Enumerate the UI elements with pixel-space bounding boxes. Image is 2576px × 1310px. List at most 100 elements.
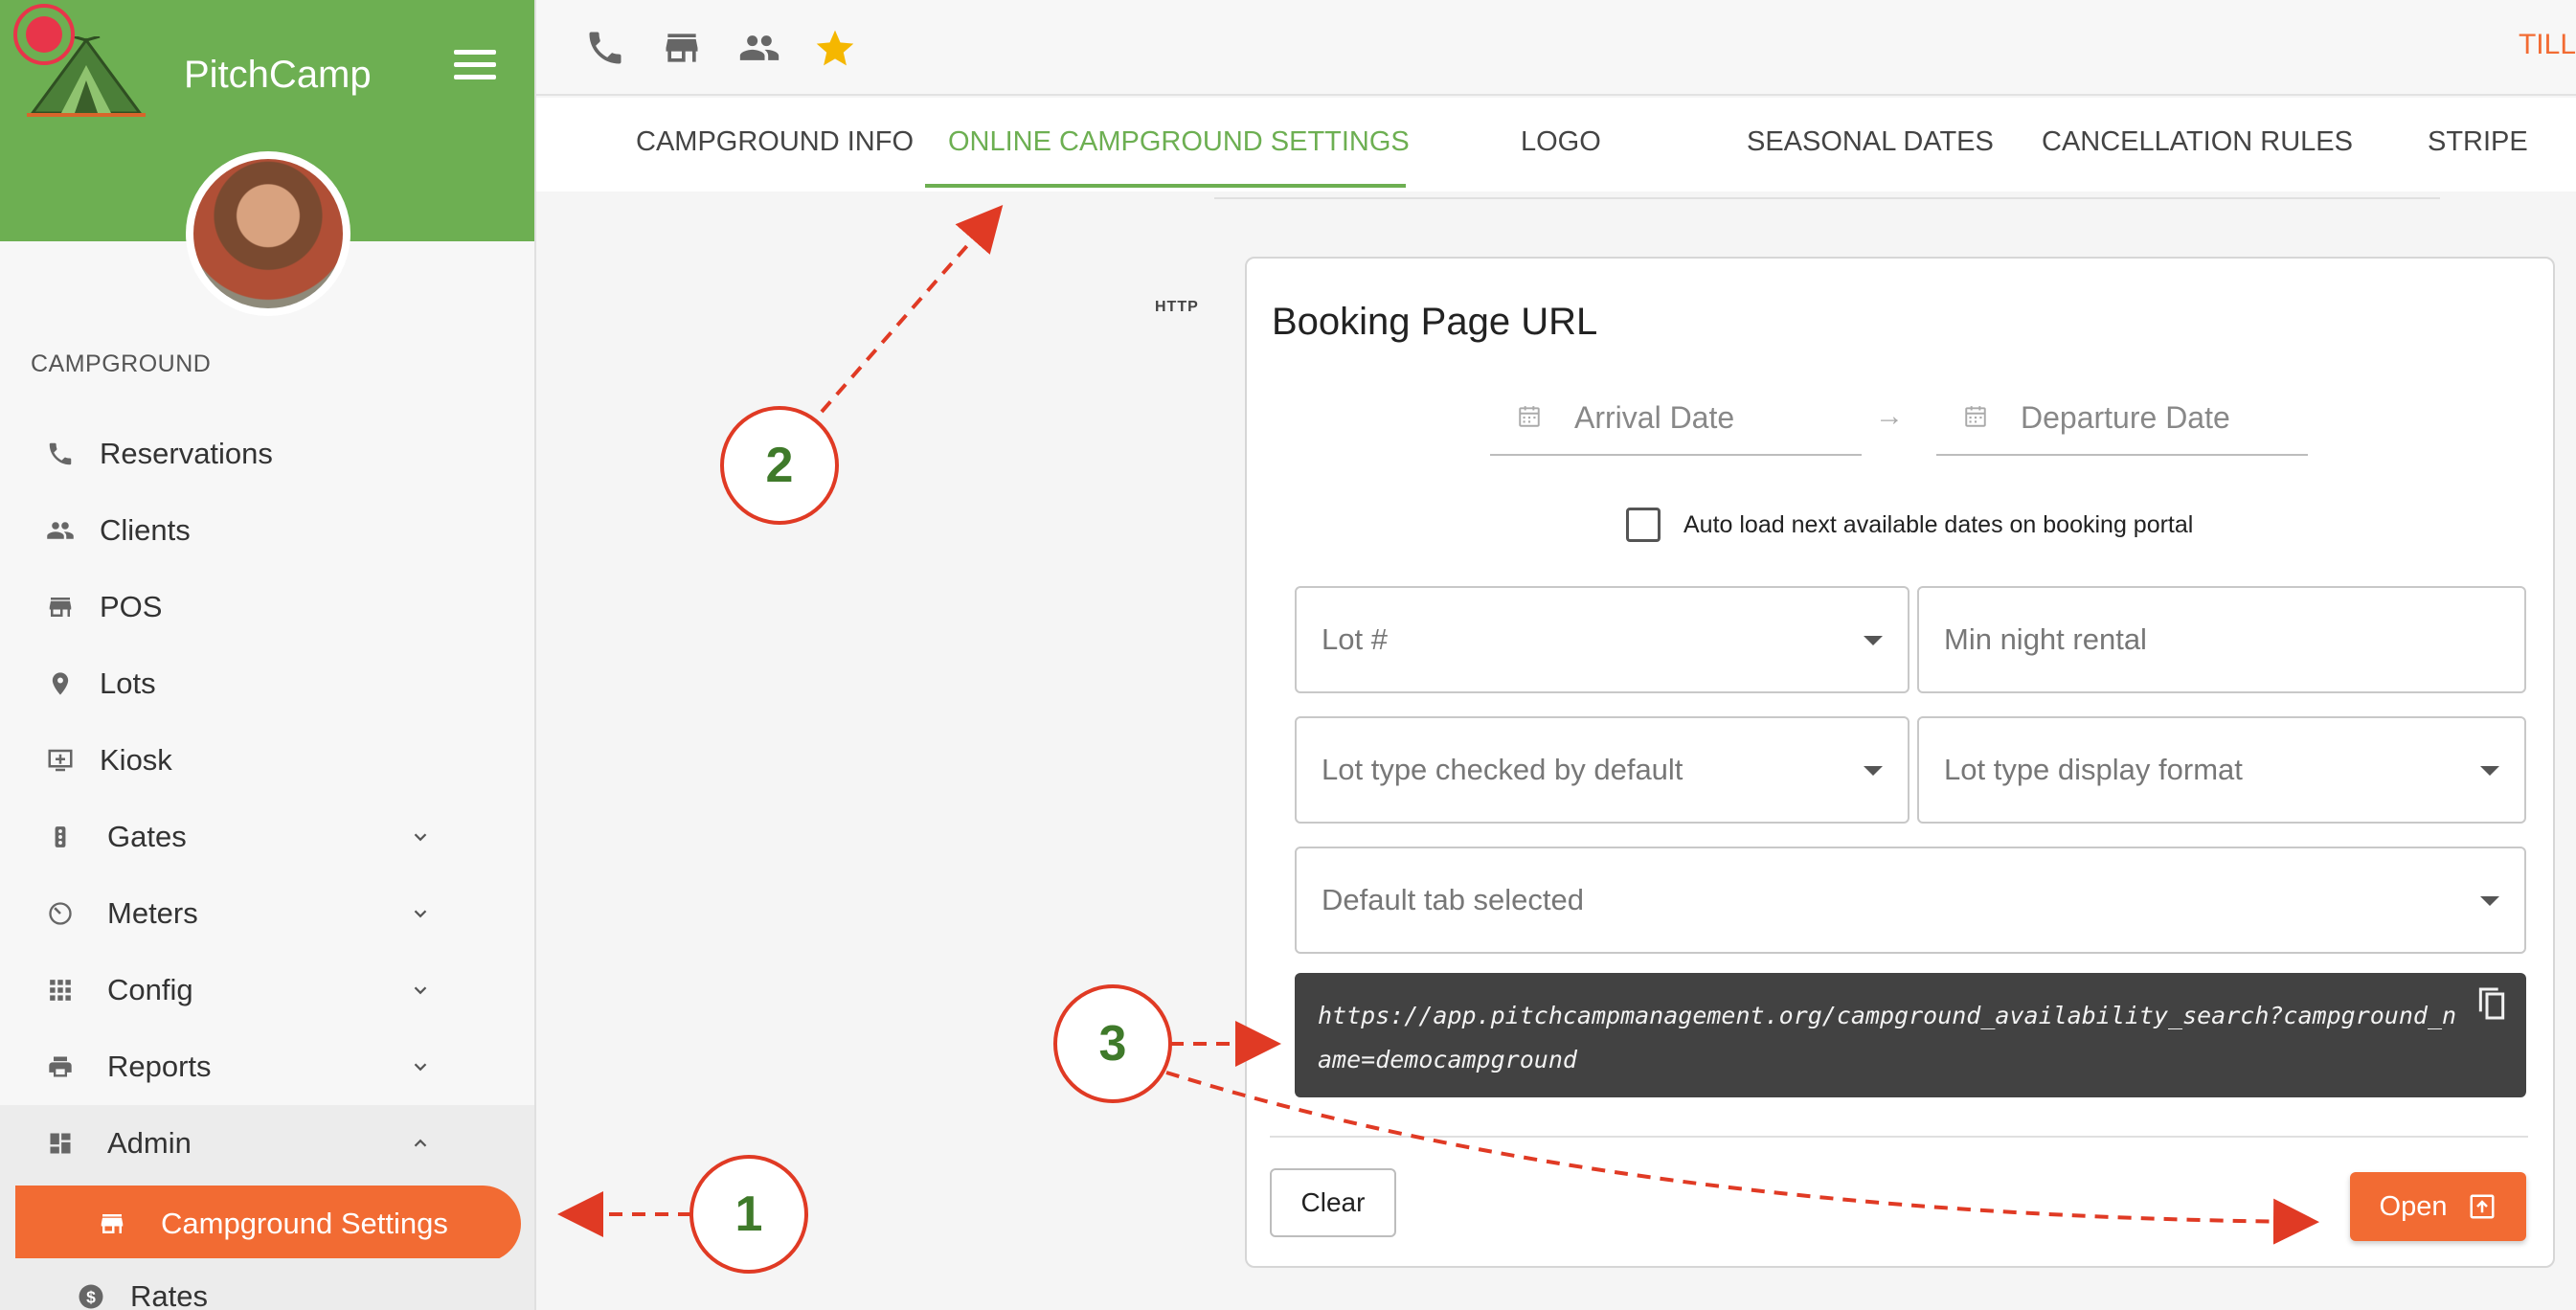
active-nav-highlight: Campground Settings [15, 1186, 521, 1262]
sidebar-item-clients[interactable]: Clients [0, 492, 534, 569]
till-link[interactable]: TILL [2519, 29, 2576, 61]
phone-icon [44, 438, 77, 470]
divider [1214, 197, 2440, 199]
lot-type-checked-select[interactable]: Lot type checked by default [1295, 716, 1909, 824]
sidebar-item-label: Reports [107, 1050, 212, 1083]
clear-button[interactable]: Clear [1270, 1168, 1396, 1237]
phone-icon[interactable] [584, 27, 626, 69]
store-icon[interactable] [661, 27, 703, 69]
http-label: HTTP [1155, 299, 1199, 315]
tab-stripe[interactable]: STRIPE [2428, 126, 2528, 158]
default-tab-placeholder: Default tab selected [1322, 883, 1585, 916]
sidebar-item-label: Clients [100, 513, 191, 547]
kiosk-icon [44, 744, 77, 777]
open-in-new-icon [2470, 1194, 2495, 1219]
lot-number-placeholder: Lot # [1322, 622, 1388, 656]
calendar-icon [1965, 406, 1986, 427]
sidebar-item-label: Reservations [100, 437, 273, 470]
star-icon[interactable] [814, 27, 856, 69]
lot-type-checked-placeholder: Lot type checked by default [1322, 753, 1683, 786]
sidebar-item-label: Gates [107, 820, 187, 853]
divider [1270, 1136, 2528, 1138]
traffic-light-icon [44, 821, 77, 853]
printer-icon [44, 1050, 77, 1083]
auto-load-row: Auto load next available dates on bookin… [1626, 506, 2193, 544]
avatar-photo [193, 159, 343, 308]
settings-tabs: CAMPGROUND INFO ONLINE CAMPGROUND SETTIN… [536, 98, 2576, 192]
annotation-badge-1: 1 [689, 1155, 808, 1274]
sidebar-item-pos[interactable]: POS [0, 569, 534, 645]
open-button-label: Open [2379, 1190, 2448, 1222]
people-icon[interactable] [735, 27, 783, 69]
arrival-date-field[interactable]: Arrival Date [1490, 379, 1862, 456]
dropdown-arrow-icon [2480, 896, 2499, 906]
avatar[interactable] [186, 151, 350, 316]
hamburger-icon [454, 50, 496, 55]
tab-campground-info[interactable]: CAMPGROUND INFO [636, 126, 914, 158]
lot-type-display-select[interactable]: Lot type display format [1917, 716, 2526, 824]
departure-date-field[interactable]: Departure Date [1936, 379, 2308, 456]
tab-logo[interactable]: LOGO [1521, 126, 1601, 158]
lot-type-display-placeholder: Lot type display format [1944, 753, 2243, 786]
map-pin-icon [44, 667, 77, 700]
dollar-icon: $ [75, 1280, 107, 1310]
calendar-icon [1519, 406, 1540, 427]
booking-url-box: https://app.pitchcampmanagement.org/camp… [1295, 973, 2526, 1097]
card-title: Booking Page URL [1272, 301, 1598, 343]
tab-online-campground-settings[interactable]: ONLINE CAMPGROUND SETTINGS [948, 126, 1410, 158]
people-icon [44, 514, 77, 547]
sidebar-item-kiosk[interactable]: Kiosk [0, 722, 534, 799]
sidebar-item-label: Config [107, 973, 193, 1006]
sidebar-item-label: Admin [107, 1126, 192, 1160]
open-button[interactable]: Open [2350, 1172, 2526, 1241]
booking-url-card: Booking Page URL Arrival Date → Departur… [1245, 257, 2555, 1268]
copy-icon[interactable] [2473, 982, 2511, 1025]
auto-load-label: Auto load next available dates on bookin… [1683, 510, 2194, 538]
min-night-placeholder: Min night rental [1944, 622, 2147, 656]
arrow-2-to-online-settings-tab [820, 204, 1004, 414]
chevron-up-icon [414, 1139, 427, 1147]
auto-load-checkbox[interactable] [1626, 508, 1661, 542]
default-tab-select[interactable]: Default tab selected [1295, 847, 2526, 954]
dropdown-arrow-icon [1864, 766, 1883, 776]
sidebar-item-label: Kiosk [100, 743, 172, 777]
sidebar: PitchCamp CAMPGROUND Reservations Client… [0, 0, 536, 1310]
annotation-badge-3: 3 [1053, 984, 1172, 1103]
sidebar-item-label: Meters [107, 896, 198, 930]
sidebar-item-reservations[interactable]: Reservations [0, 416, 534, 492]
sidebar-item-campground-settings[interactable]: Campground Settings [0, 1182, 534, 1262]
grid-icon [44, 974, 77, 1006]
dropdown-arrow-icon [1864, 636, 1883, 645]
sidebar-item-gates[interactable]: Gates [0, 799, 534, 875]
annotation-badge-2: 2 [720, 406, 839, 525]
sidebar-item-config[interactable]: Config [0, 952, 534, 1028]
svg-text:$: $ [86, 1287, 96, 1306]
menu-toggle-button[interactable] [454, 50, 496, 84]
booking-url-text[interactable]: https://app.pitchcampmanagement.org/camp… [1318, 994, 2457, 1082]
chevron-down-icon [414, 910, 427, 918]
sidebar-item-label: Lots [100, 666, 156, 700]
min-night-rental-input[interactable]: Min night rental [1917, 586, 2526, 693]
store-icon [44, 591, 77, 623]
chevron-down-icon [414, 986, 427, 995]
dropdown-arrow-icon [2480, 766, 2499, 776]
tab-seasonal-dates[interactable]: SEASONAL DATES [1747, 126, 1994, 158]
chevron-down-icon [414, 1063, 427, 1072]
top-toolbar: TILL [536, 0, 2576, 96]
tab-cancellation-rules[interactable]: CANCELLATION RULES [2042, 126, 2353, 158]
sidebar-item-label: Rates [130, 1279, 208, 1310]
sidebar-item-rates[interactable]: $ Rates [0, 1258, 534, 1310]
sidebar-item-label: Campground Settings [161, 1207, 448, 1240]
arrow-right-icon: → [1875, 400, 1904, 432]
sidebar-item-lots[interactable]: Lots [0, 645, 534, 722]
lot-number-select[interactable]: Lot # [1295, 586, 1909, 693]
sidebar-item-meters[interactable]: Meters [0, 875, 534, 952]
sidebar-item-admin[interactable]: Admin [0, 1105, 534, 1182]
app-name: PitchCamp [184, 54, 372, 96]
dashboard-icon [44, 1127, 77, 1160]
sidebar-item-reports[interactable]: Reports [0, 1028, 534, 1105]
active-tab-indicator [925, 184, 1406, 188]
store-icon [96, 1208, 128, 1240]
departure-date-placeholder: Departure Date [2021, 400, 2230, 435]
sidebar-nav: Reservations Clients POS Lots Kiosk Gate… [0, 416, 534, 1310]
